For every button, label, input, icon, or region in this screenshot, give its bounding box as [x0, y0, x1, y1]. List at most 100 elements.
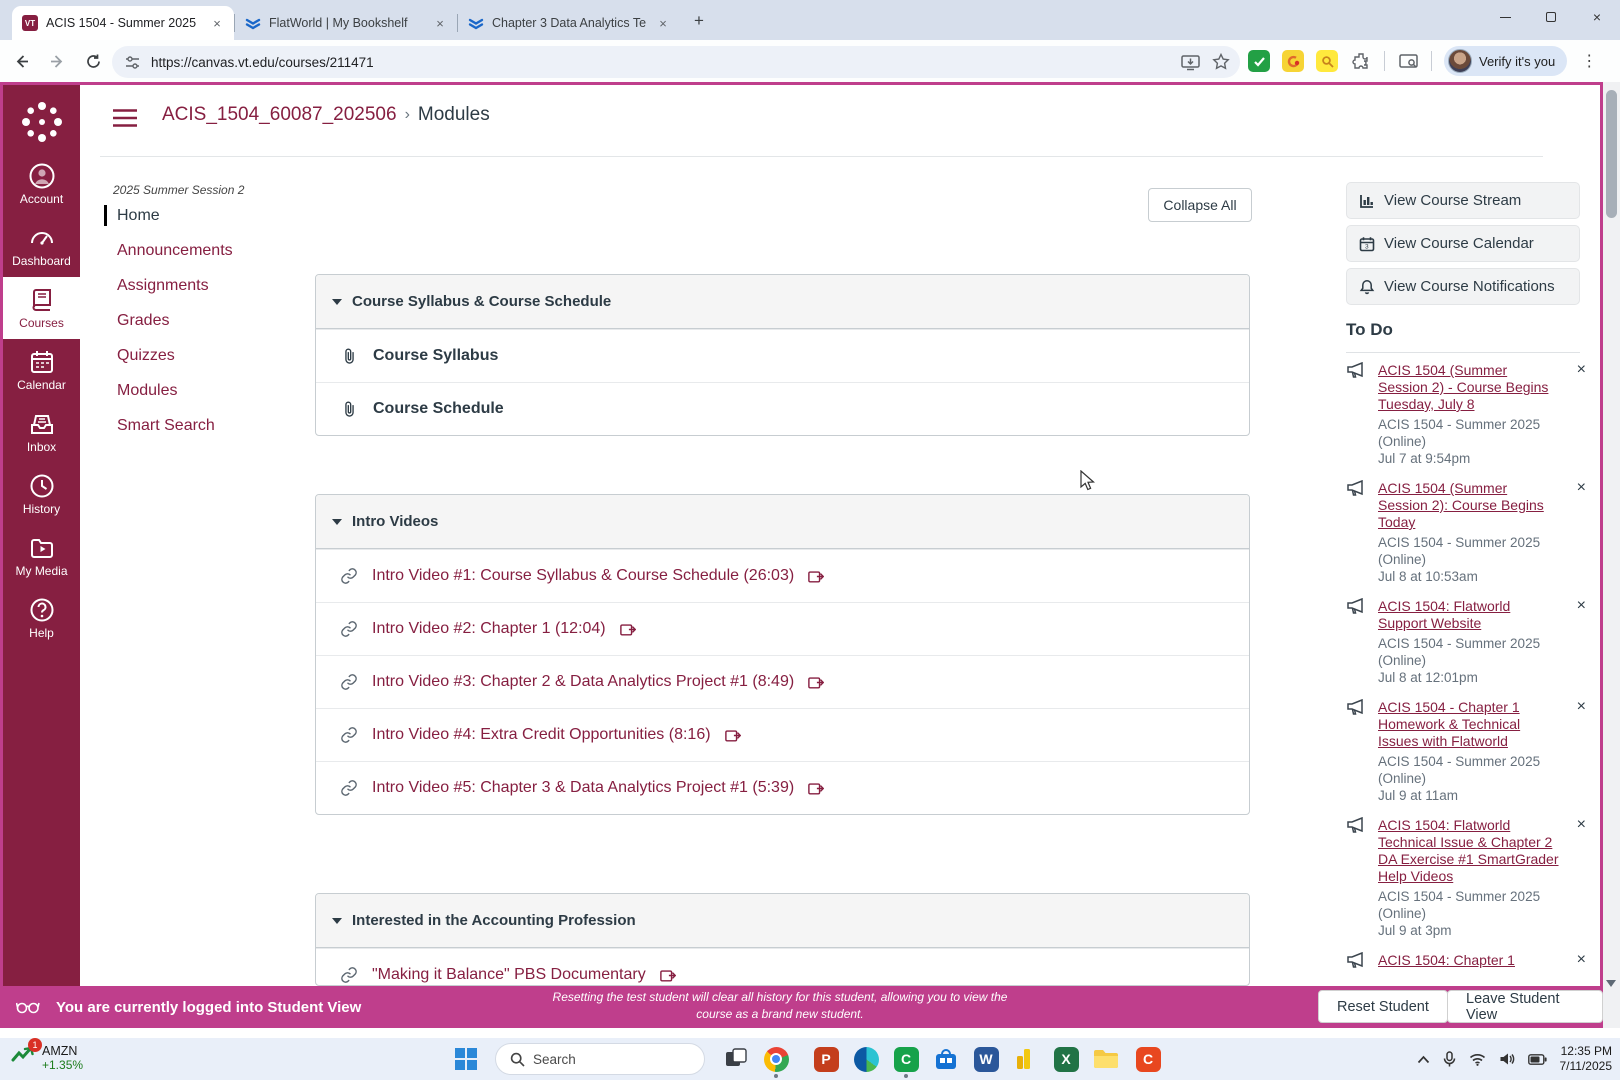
close-button[interactable]: ×	[1574, 0, 1620, 34]
taskbar-search[interactable]: Search	[495, 1043, 705, 1075]
todo-dismiss-icon[interactable]: ×	[1566, 480, 1586, 585]
course-nav-smart-search[interactable]: Smart Search	[104, 415, 294, 436]
store-taskbar-icon[interactable]	[932, 1045, 960, 1073]
excel-icon: X	[1053, 1046, 1079, 1072]
tab-canvas[interactable]: VT ACIS 1504 - Summer 2025 (Onli ×	[12, 6, 234, 40]
tab-close-icon[interactable]: ×	[431, 14, 449, 32]
tray-chevron-icon[interactable]	[1417, 1055, 1430, 1064]
view-course-calendar-button[interactable]: 3 View Course Calendar	[1346, 225, 1580, 262]
powerbi-taskbar-icon[interactable]	[1012, 1045, 1040, 1073]
course-nav-home[interactable]: Home	[104, 205, 294, 226]
back-button[interactable]	[6, 46, 36, 76]
extensions-puzzle-icon[interactable]	[1350, 50, 1372, 72]
module-item-link[interactable]: Intro Video #3: Chapter 2 & Data Analyti…	[372, 673, 794, 691]
tab-close-icon[interactable]: ×	[208, 14, 226, 32]
screen-search-icon[interactable]	[1397, 50, 1419, 72]
scrollbar-thumb[interactable]	[1606, 90, 1617, 218]
sidebar-item-my-media[interactable]: My Media	[3, 525, 80, 587]
course-nav-assignments[interactable]: Assignments	[104, 275, 294, 296]
microphone-icon[interactable]	[1443, 1051, 1456, 1067]
todo-link[interactable]: ACIS 1504 - Chapter 1 Homework & Technic…	[1378, 699, 1560, 750]
sidebar-item-courses[interactable]: Courses	[3, 277, 80, 339]
wifi-icon[interactable]	[1469, 1053, 1486, 1066]
module-item-link[interactable]: Intro Video #4: Extra Credit Opportuniti…	[372, 726, 711, 744]
tab-flatworld[interactable]: FlatWorld | My Bookshelf ×	[235, 6, 457, 40]
view-course-notifications-button[interactable]: View Course Notifications	[1346, 268, 1580, 305]
todo-link[interactable]: ACIS 1504 (Summer Session 2) - Course Be…	[1378, 362, 1560, 413]
canvas-logo-icon[interactable]	[19, 99, 65, 145]
scrollbar[interactable]	[1603, 82, 1620, 1028]
scrollbar-down-icon[interactable]	[1606, 980, 1616, 987]
module-header[interactable]: Course Syllabus & Course Schedule	[316, 275, 1249, 329]
magnifier-extension-icon[interactable]	[1316, 50, 1338, 72]
file-explorer-taskbar-icon[interactable]	[1092, 1045, 1120, 1073]
reload-button[interactable]	[78, 46, 108, 76]
course-nav-quizzes[interactable]: Quizzes	[104, 345, 294, 366]
module-item-link[interactable]: Intro Video #5: Chapter 3 & Data Analyti…	[372, 779, 794, 797]
todo-link[interactable]: ACIS 1504: Flatworld Support Website	[1378, 598, 1560, 632]
tab-title: FlatWorld | My Bookshelf	[269, 16, 408, 30]
speaker-icon[interactable]	[1499, 1052, 1515, 1066]
todo-dismiss-icon[interactable]: ×	[1566, 699, 1586, 804]
sidebar-item-help[interactable]: Help	[3, 587, 80, 649]
bookmark-star-icon[interactable]	[1212, 53, 1230, 71]
module-header[interactable]: Intro Videos	[316, 495, 1249, 549]
module-item-link[interactable]: Course Schedule	[373, 400, 504, 418]
todo-link[interactable]: ACIS 1504: Chapter 1	[1378, 952, 1560, 969]
leave-student-view-button[interactable]: Leave Student View	[1447, 990, 1603, 1023]
start-button[interactable]	[452, 1045, 480, 1073]
url-bar[interactable]: https://canvas.vt.edu/courses/211471	[151, 55, 1181, 70]
site-info-icon[interactable]	[124, 54, 141, 71]
sidebar-item-inbox[interactable]: Inbox	[3, 401, 80, 463]
module-header[interactable]: Interested in the Accounting Profession	[316, 894, 1249, 948]
module-item-link[interactable]: Intro Video #1: Course Syllabus & Course…	[372, 567, 794, 585]
todo-link[interactable]: ACIS 1504 (Summer Session 2): Course Beg…	[1378, 480, 1560, 531]
todo-link[interactable]: ACIS 1504: Flatworld Technical Issue & C…	[1378, 817, 1560, 885]
tab-close-icon[interactable]: ×	[654, 14, 672, 32]
install-icon[interactable]	[1181, 54, 1200, 71]
task-view-button[interactable]	[722, 1045, 750, 1073]
tray-time: 12:35 PM	[1560, 1044, 1612, 1058]
help-icon	[30, 598, 53, 621]
tray-clock[interactable]: 12:35 PM 7/11/2025	[1560, 1044, 1613, 1074]
recorder-extension-icon[interactable]	[1282, 50, 1304, 72]
tab-chapter3[interactable]: Chapter 3 Data Analytics Techni ×	[458, 6, 680, 40]
course-nav-announcements[interactable]: Announcements	[104, 240, 294, 261]
maximize-button[interactable]	[1528, 0, 1574, 34]
course-nav-grades[interactable]: Grades	[104, 310, 294, 331]
omnibox[interactable]: https://canvas.vt.edu/courses/211471	[112, 46, 1240, 78]
todo-dismiss-icon[interactable]: ×	[1566, 362, 1586, 467]
sidebar-item-dashboard[interactable]: Dashboard	[3, 215, 80, 277]
sidebar-item-account[interactable]: Account	[3, 153, 80, 215]
todo-dismiss-icon[interactable]: ×	[1566, 598, 1586, 686]
todo-dismiss-icon[interactable]: ×	[1566, 817, 1586, 939]
battery-icon[interactable]	[1527, 1053, 1547, 1065]
new-tab-button[interactable]: +	[686, 8, 712, 34]
powerpoint-taskbar-icon[interactable]: P	[812, 1045, 840, 1073]
check-extension-icon[interactable]	[1248, 50, 1270, 72]
chrome-taskbar-icon[interactable]	[762, 1045, 790, 1078]
course-nav-modules[interactable]: Modules	[104, 380, 294, 401]
collapse-all-button[interactable]: Collapse All	[1148, 188, 1252, 222]
camtasia-red-taskbar-icon[interactable]: C	[1134, 1045, 1162, 1073]
sidebar-item-calendar[interactable]: Calendar	[3, 339, 80, 401]
profile-button[interactable]: Verify it's you	[1444, 46, 1568, 76]
excel-taskbar-icon[interactable]: X	[1052, 1045, 1080, 1073]
minimize-button[interactable]	[1482, 0, 1528, 34]
module-item-link[interactable]: "Making it Balance" PBS Documentary	[372, 966, 646, 984]
module-item-link[interactable]: Course Syllabus	[373, 347, 498, 365]
edge-taskbar-icon[interactable]	[852, 1045, 880, 1073]
view-course-stream-button[interactable]: View Course Stream	[1346, 182, 1580, 219]
announcement-icon	[1347, 817, 1363, 833]
breadcrumb-course-link[interactable]: ACIS_1504_60087_202506	[162, 104, 397, 126]
taskbar-stock-widget[interactable]: 1 AMZN +1.35%	[10, 1038, 83, 1073]
word-taskbar-icon[interactable]: W	[972, 1045, 1000, 1073]
reset-student-button[interactable]: Reset Student	[1318, 990, 1448, 1023]
module-item-link[interactable]: Intro Video #2: Chapter 1 (12:04)	[372, 620, 606, 638]
browser-menu-icon[interactable]: ⋮	[1581, 51, 1597, 71]
course-menu-button[interactable]	[112, 108, 138, 133]
forward-button[interactable]	[42, 46, 72, 76]
todo-dismiss-icon[interactable]: ×	[1566, 952, 1586, 969]
camtasia-green-taskbar-icon[interactable]: C	[892, 1045, 920, 1078]
sidebar-item-history[interactable]: History	[3, 463, 80, 525]
